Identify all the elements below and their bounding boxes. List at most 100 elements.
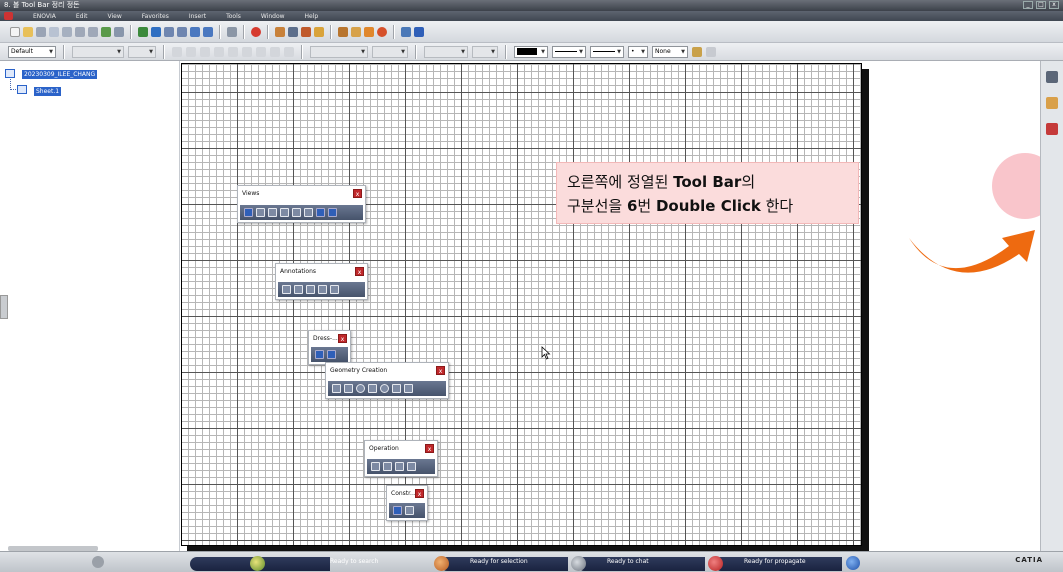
zoom-out-icon[interactable] bbox=[177, 26, 187, 37]
detail-icon[interactable] bbox=[301, 26, 311, 37]
close-icon[interactable]: x bbox=[415, 489, 424, 498]
overscore-icon[interactable] bbox=[228, 46, 238, 57]
linetype-select[interactable]: ▼ bbox=[552, 45, 586, 58]
trim-icon[interactable] bbox=[395, 462, 404, 471]
menu-help[interactable]: Help bbox=[305, 13, 319, 20]
roughness-icon[interactable] bbox=[330, 285, 339, 294]
point-icon[interactable] bbox=[404, 384, 413, 393]
properties-icon[interactable] bbox=[706, 46, 716, 57]
spline-icon[interactable] bbox=[368, 384, 377, 393]
font-size-select[interactable]: ▼ bbox=[128, 45, 156, 58]
annotations-toolbar-header[interactable]: Annotations x bbox=[276, 264, 367, 279]
analysis-icon[interactable] bbox=[364, 26, 374, 37]
break-view-icon[interactable] bbox=[304, 208, 313, 217]
painter-icon[interactable] bbox=[692, 46, 702, 57]
open-icon[interactable] bbox=[23, 26, 33, 37]
close-icon[interactable]: x bbox=[338, 334, 347, 343]
symbol-icon[interactable] bbox=[306, 285, 315, 294]
precision-select[interactable]: ▼ bbox=[472, 45, 498, 58]
constraints-toolbar-header[interactable]: Constr... x bbox=[387, 486, 427, 501]
tree-sheet-node[interactable]: Sheet.1 bbox=[34, 87, 62, 96]
dimension-icon[interactable] bbox=[1046, 123, 1058, 135]
table-icon[interactable] bbox=[294, 285, 303, 294]
anchor-icon[interactable] bbox=[270, 46, 280, 57]
toolbar-separator[interactable] bbox=[130, 24, 132, 39]
dress-up-toolbar[interactable]: Dress-... x bbox=[308, 330, 351, 365]
maximize-button[interactable]: □ bbox=[1036, 1, 1046, 9]
frame-icon[interactable] bbox=[284, 46, 294, 57]
operation-toolbar-header[interactable]: Operation x bbox=[365, 441, 437, 456]
close-icon[interactable]: x bbox=[436, 366, 445, 375]
toolbar-separator[interactable] bbox=[267, 24, 269, 39]
paste-icon[interactable] bbox=[62, 26, 72, 37]
toolbar-separator[interactable] bbox=[163, 44, 165, 59]
toolbar-separator[interactable] bbox=[243, 24, 245, 39]
menu-window[interactable]: Window bbox=[261, 13, 285, 20]
menu-view[interactable]: View bbox=[108, 13, 122, 20]
menu-edit[interactable]: Edit bbox=[76, 13, 88, 20]
views-toolbar[interactable]: Views x bbox=[237, 185, 366, 223]
constraints-toolbar[interactable]: Constr... x bbox=[386, 485, 428, 521]
fit-all-icon[interactable] bbox=[138, 26, 148, 37]
strikethrough-icon[interactable] bbox=[214, 46, 224, 57]
projections-icon[interactable] bbox=[256, 208, 265, 217]
menu-tools[interactable]: Tools bbox=[226, 13, 241, 20]
pan-icon[interactable] bbox=[151, 26, 161, 37]
contact-constraint-icon[interactable] bbox=[405, 506, 414, 515]
update-icon[interactable] bbox=[251, 26, 261, 37]
cut-icon[interactable] bbox=[36, 26, 46, 37]
corner-icon[interactable] bbox=[371, 462, 380, 471]
dress-up-toolbar-header[interactable]: Dress-... x bbox=[309, 331, 350, 346]
generative-icon[interactable] bbox=[1046, 97, 1058, 109]
drawing-sheet[interactable] bbox=[181, 63, 862, 546]
datum-icon[interactable] bbox=[318, 285, 327, 294]
view-frame-icon[interactable] bbox=[328, 208, 337, 217]
ellipse-icon[interactable] bbox=[380, 384, 389, 393]
tree-root-node[interactable]: 20230309_ILEE_CHANG bbox=[22, 70, 98, 79]
close-icon[interactable]: x bbox=[425, 444, 434, 453]
axis-line-icon[interactable] bbox=[327, 350, 336, 359]
clippings-icon[interactable] bbox=[292, 208, 301, 217]
constraint-icon[interactable] bbox=[393, 506, 402, 515]
point-type-select[interactable]: • ▼ bbox=[628, 45, 648, 58]
knowledge-icon[interactable] bbox=[401, 26, 411, 37]
thickness-select[interactable]: ▼ bbox=[590, 45, 624, 58]
close-icon[interactable]: x bbox=[355, 267, 364, 276]
wizard-icon[interactable] bbox=[316, 208, 325, 217]
section-icon[interactable] bbox=[268, 208, 277, 217]
catalog-icon[interactable] bbox=[314, 26, 324, 37]
undo-icon[interactable] bbox=[75, 26, 85, 37]
new-icon[interactable] bbox=[10, 26, 20, 37]
close-icon[interactable]: x bbox=[353, 189, 362, 198]
italic-icon[interactable] bbox=[186, 46, 196, 57]
toolbar-separator[interactable] bbox=[301, 44, 303, 59]
font-name-select[interactable]: ▼ bbox=[72, 45, 124, 58]
circle-icon[interactable] bbox=[356, 384, 365, 393]
print-icon[interactable] bbox=[114, 26, 124, 37]
sheet-icon[interactable] bbox=[275, 26, 285, 37]
normal-view-icon[interactable] bbox=[190, 26, 200, 37]
rectangle-icon[interactable] bbox=[344, 384, 353, 393]
menu-favorites[interactable]: Favorites bbox=[142, 13, 169, 20]
style-select[interactable]: Default ▼ bbox=[8, 45, 56, 58]
menu-insert[interactable]: Insert bbox=[189, 13, 206, 20]
view-mode-icon[interactable] bbox=[203, 26, 213, 37]
dimension-style-select[interactable]: ▼ bbox=[424, 45, 468, 58]
close-window-button[interactable]: x bbox=[1049, 1, 1059, 9]
geometry-creation-toolbar[interactable]: Geometry Creation x bbox=[325, 362, 449, 399]
rotate-icon[interactable] bbox=[227, 26, 237, 37]
operation-toolbar[interactable]: Operation x bbox=[364, 440, 438, 477]
color-select[interactable]: ▼ bbox=[514, 45, 548, 58]
underline-icon[interactable] bbox=[200, 46, 210, 57]
menu-enovia[interactable]: ENOVIA bbox=[33, 13, 56, 20]
toolbar-separator[interactable] bbox=[505, 44, 507, 59]
center-line-icon[interactable] bbox=[315, 350, 324, 359]
bold-icon[interactable] bbox=[172, 46, 182, 57]
new-view-icon[interactable] bbox=[288, 26, 298, 37]
formula-icon[interactable] bbox=[414, 26, 424, 37]
grid-icon[interactable] bbox=[338, 26, 348, 37]
subscript-icon[interactable] bbox=[256, 46, 266, 57]
toolbar-separator[interactable] bbox=[63, 44, 65, 59]
justification-select[interactable]: ▼ bbox=[310, 45, 368, 58]
snap-icon[interactable] bbox=[351, 26, 361, 37]
